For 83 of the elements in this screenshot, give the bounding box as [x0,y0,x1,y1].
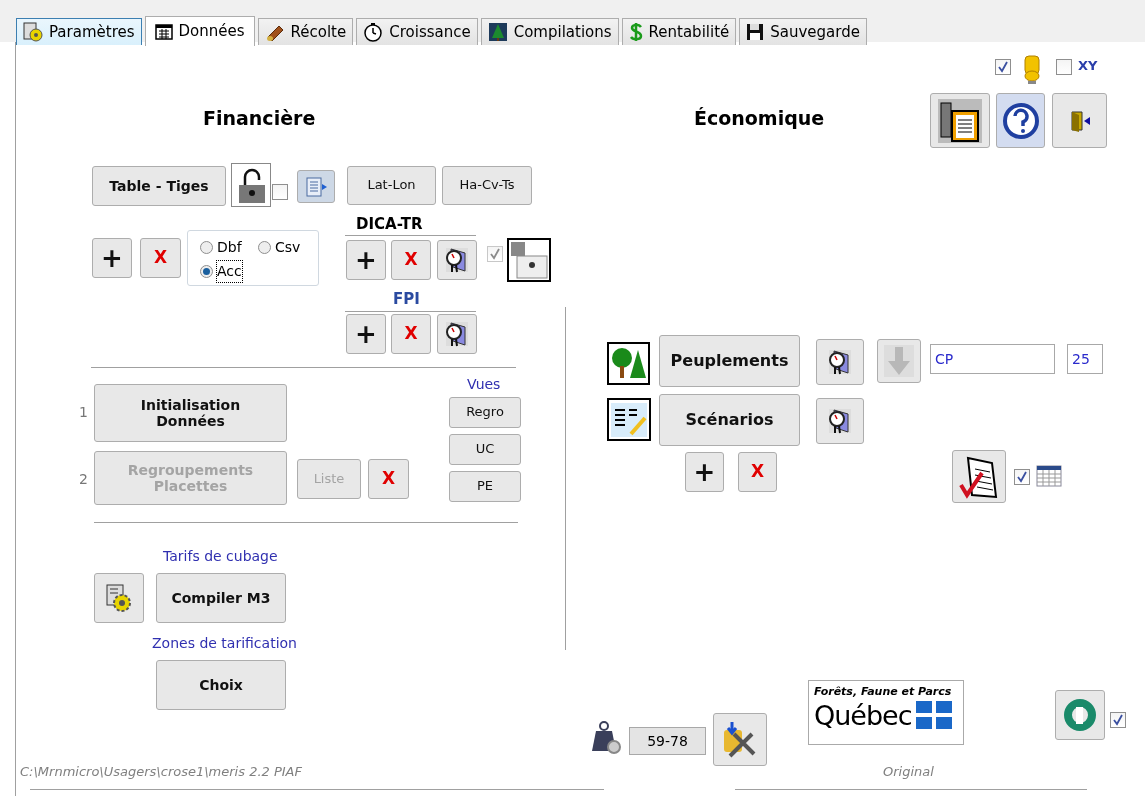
form-icon [607,398,651,441]
image-icon [507,238,551,282]
tab[interactable]: Compilations [480,18,619,45]
logo-subtitle: Forêts, Faune et Parcs [814,684,953,700]
gauge-icon [443,245,471,275]
section-label: Zones de tarification [152,634,297,653]
checkbox[interactable] [272,184,288,200]
flag-icon [915,701,952,730]
tab[interactable]: Paramètres [16,18,142,45]
section-subtitle: FPI [393,289,420,310]
help-icon [1001,101,1040,140]
remove-button[interactable]: X [368,459,409,499]
step-number: 1 [79,403,88,422]
table-button[interactable]: Table - Tiges [92,166,226,206]
number-field[interactable]: 25 [1067,344,1103,374]
scenarios-button[interactable]: Scénarios [659,394,800,446]
report-button[interactable] [952,450,1006,503]
tools-button[interactable] [713,713,767,766]
remove-button[interactable]: X [140,238,181,278]
latlon-button[interactable]: Lat-Lon [347,166,436,205]
checkbox[interactable] [1014,469,1030,485]
tab[interactable]: Rentabilité [621,18,737,45]
clipboard-icon [938,98,982,143]
checkbox[interactable] [1110,712,1126,728]
add-button[interactable]: + [346,314,386,354]
format-radio[interactable]: Csv [258,237,301,258]
checkbox[interactable] [995,59,1011,75]
add-button[interactable]: + [685,452,724,492]
padlock-icon [231,163,271,207]
trees-icon [607,342,650,385]
gear-icon [23,22,43,42]
view-button[interactable]: Regro [449,397,521,428]
section-subtitle: DICA-TR [356,214,423,235]
section-label: Vues [467,375,501,394]
calendar-icon [154,23,173,40]
inspect-button[interactable] [437,240,477,280]
view-button[interactable]: PE [449,471,521,502]
dollar-sign-icon [628,22,643,42]
choice-button[interactable]: Choix [156,660,286,710]
step-number: 2 [79,470,88,489]
gear-button[interactable] [94,573,144,623]
xy-label: XY [1078,57,1098,75]
gauge-icon [443,319,471,349]
inspect-button[interactable] [437,314,477,354]
range-field: 59-78 [629,727,706,755]
step-button[interactable]: Initialisation Données [94,384,287,442]
section-title: Économique [694,106,825,131]
compile-button[interactable]: Compiler M3 [156,573,286,623]
table-icon [1036,464,1062,488]
tab[interactable]: Sauvegarde [739,18,867,45]
checklist-icon [958,454,1000,499]
tab[interactable]: Récolte [257,18,354,45]
tab[interactable]: Données [144,16,255,46]
logo-caption: Original [883,763,934,781]
clipboard-button[interactable] [930,93,990,148]
section-title: Financière [203,106,316,131]
tab[interactable]: Croissance [356,18,478,45]
format-radio[interactable]: Acc [200,261,242,282]
log-icon [264,23,285,41]
checkbox[interactable] [1056,59,1072,75]
code-field[interactable]: CP [930,344,1055,374]
remove-button[interactable]: X [738,452,777,492]
help-button[interactable] [996,93,1045,148]
inspect-button[interactable] [816,398,864,444]
refresh-button[interactable] [1055,690,1105,740]
gauge-icon [826,347,854,377]
format-radio[interactable]: Dbf [200,237,242,258]
gear-icon [104,583,134,613]
logo-title: Québec [814,700,912,731]
exit-button[interactable] [1052,93,1107,148]
stopwatch-icon [363,22,384,42]
file-path: C:\Mrnmicro\Usagers\crose1\meris 2.2 PIAF [20,763,302,781]
stands-button[interactable]: Peuplements [659,335,800,387]
hacvts-button[interactable]: Ha-Cv-Ts [442,166,532,205]
remove-button[interactable]: X [391,314,431,354]
section-label: Tarifs de cubage [163,547,278,566]
ring-icon [1063,698,1097,732]
view-button[interactable]: UC [449,434,521,465]
add-button[interactable]: + [92,238,132,278]
tree-icon [487,22,508,42]
document-icon [305,176,327,197]
gauge-icon [826,406,854,436]
inspect-button[interactable] [816,339,864,385]
